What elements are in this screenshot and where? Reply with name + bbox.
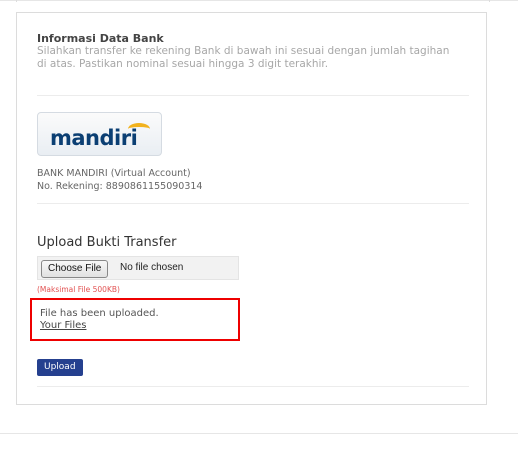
previous-panel-edge xyxy=(16,0,490,2)
bottom-divider xyxy=(0,433,518,434)
bank-info-panel: Informasi Data Bank Silahkan transfer ke… xyxy=(16,12,487,405)
upload-section-title: Upload Bukti Transfer xyxy=(37,235,177,250)
upload-success-text: File has been uploaded. xyxy=(40,308,159,319)
divider xyxy=(37,386,469,387)
bank-section-description: Silahkan transfer ke rekening Bank di ba… xyxy=(37,45,450,70)
bank-name: BANK MANDIRI (Virtual Account) xyxy=(37,168,191,179)
upload-success-notice: File has been uploaded. Your Files xyxy=(30,298,240,341)
bank-section-title: Informasi Data Bank xyxy=(37,32,164,45)
divider xyxy=(37,95,469,96)
divider xyxy=(37,203,469,204)
account-number: No. Rekening: 8890861155090314 xyxy=(37,181,203,192)
max-size-note: (Maksimal File 500KB) xyxy=(37,285,120,294)
upload-button[interactable]: Upload xyxy=(37,359,83,376)
logo-text: mandiri xyxy=(50,126,138,150)
your-files-link[interactable]: Your Files xyxy=(40,320,86,331)
choose-file-button[interactable]: Choose File xyxy=(41,260,109,278)
mandiri-logo: mandiri xyxy=(37,112,162,156)
file-status-text: No file chosen xyxy=(120,262,184,273)
file-input[interactable]: Choose File No file chosen xyxy=(37,256,239,280)
